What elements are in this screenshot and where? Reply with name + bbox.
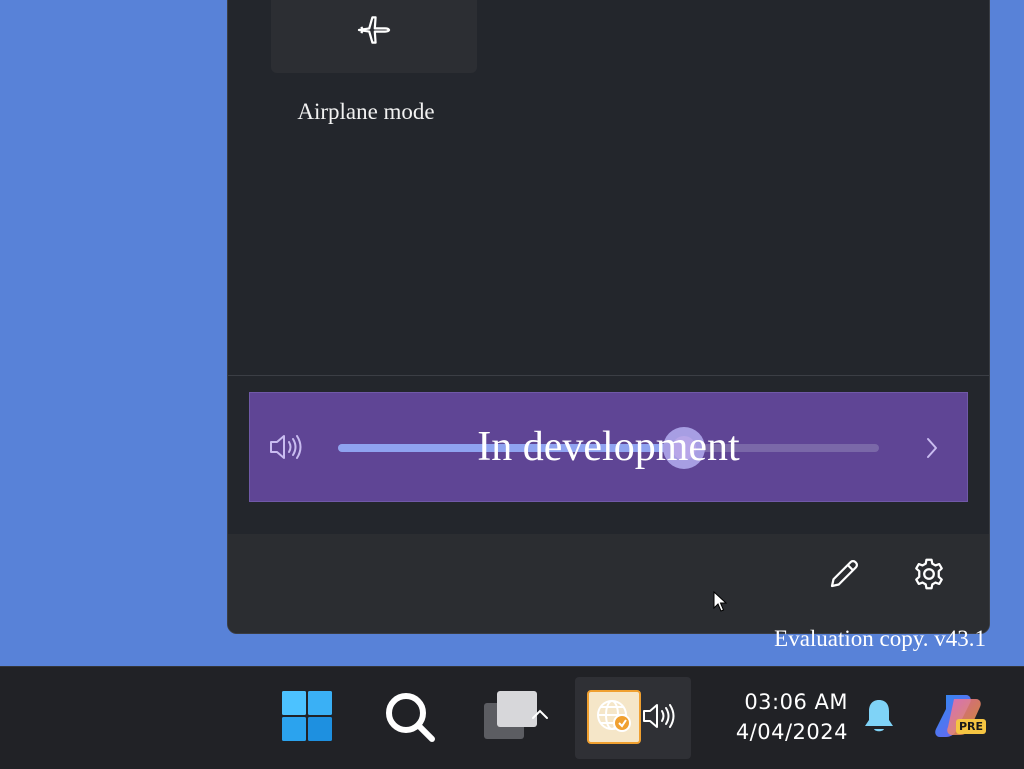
copilot-icon: PRE [932,691,988,743]
gear-icon [911,556,947,597]
divider [228,375,989,376]
settings-button[interactable] [909,556,949,596]
copilot-button[interactable]: PRE [932,691,988,743]
quick-settings-panel: Airplane mode In development [227,0,990,634]
airplane-mode-tile[interactable] [271,0,477,73]
chevron-right-icon[interactable] [922,435,942,466]
airplane-mode-label: Airplane mode [297,99,435,124]
airplane-icon [355,11,393,54]
network-status-button[interactable] [587,690,641,744]
search-button[interactable] [380,689,440,749]
copilot-pre-badge: PRE [956,719,987,734]
show-hidden-icons-button[interactable] [528,707,552,725]
taskbar: 03:06 AM 4/04/2024 PRE [0,666,1024,769]
search-icon [382,689,438,750]
volume-slider-fill [338,444,685,452]
volume-slider-thumb-inner [672,436,697,460]
clock-date: 4/04/2024 [735,720,848,744]
speaker-icon [641,700,677,737]
notifications-button[interactable] [862,699,896,737]
clock-time: 03:06 AM [744,690,848,714]
pencil-icon [826,556,862,597]
mouse-cursor-icon [713,590,728,618]
edit-button[interactable] [824,556,864,596]
speaker-icon[interactable] [268,431,304,468]
network-globe-icon [594,695,634,740]
volume-slider-thumb[interactable] [663,427,706,469]
windows-start-icon [281,690,333,747]
volume-tray-button[interactable] [640,701,678,735]
taskbar-clock[interactable]: 03:06 AM 4/04/2024 [718,687,848,747]
bell-icon [863,698,895,739]
quick-settings-footer [228,534,989,633]
chevron-up-icon [530,707,550,726]
volume-slider[interactable] [338,427,879,469]
evaluation-watermark: Evaluation copy. v43.1 [774,626,986,651]
start-button[interactable] [281,690,333,747]
volume-row: In development [249,392,968,502]
